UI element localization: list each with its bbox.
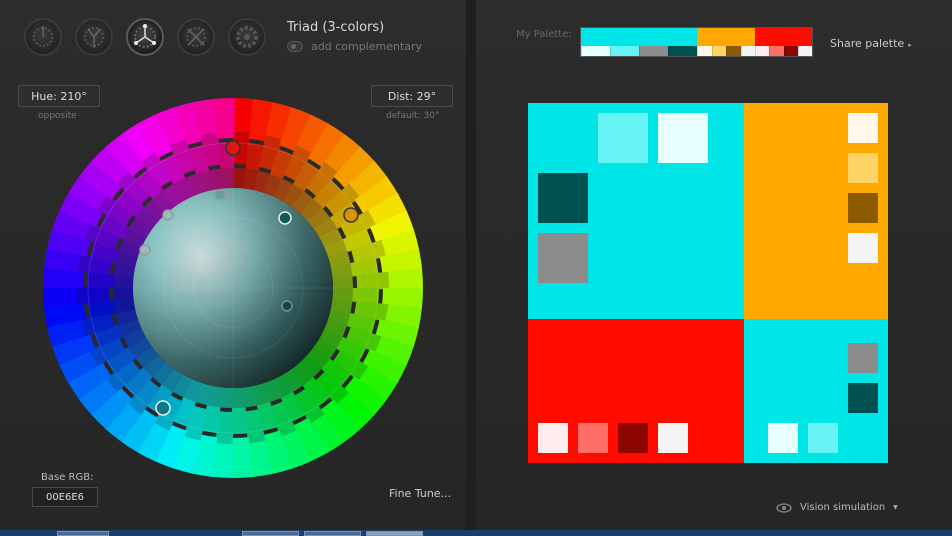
palette-sub-color[interactable] bbox=[581, 46, 610, 56]
swatch-cyan-light bbox=[598, 113, 648, 163]
palette-sub-color[interactable] bbox=[740, 46, 755, 56]
swatch-accent-light bbox=[808, 423, 838, 453]
saturation-marker[interactable] bbox=[139, 244, 151, 256]
hue-segment[interactable] bbox=[332, 275, 353, 290]
taskbar bbox=[0, 530, 952, 536]
palette-sub-color[interactable] bbox=[755, 46, 770, 56]
hue-marker-orange[interactable] bbox=[343, 207, 359, 223]
palette-sub-color[interactable] bbox=[769, 46, 784, 56]
swatch-accent-pale bbox=[768, 423, 798, 453]
fine-tune-button[interactable]: Fine Tune... bbox=[389, 487, 451, 500]
palette-sub-color[interactable] bbox=[711, 46, 726, 56]
tertiary-quadrant bbox=[528, 319, 744, 463]
taskbar-item[interactable] bbox=[57, 531, 109, 536]
swatch-orange-dark bbox=[848, 193, 878, 223]
hue-segment[interactable] bbox=[231, 387, 246, 408]
palette-sub-color[interactable] bbox=[639, 46, 668, 56]
hue-marker-red[interactable] bbox=[225, 140, 241, 156]
swatch-gray bbox=[538, 233, 588, 283]
base-rgb-label: Base RGB: bbox=[41, 472, 94, 483]
share-palette-button[interactable]: Share palette ▸ bbox=[830, 37, 912, 50]
palette-strip[interactable] bbox=[580, 27, 813, 57]
swatch-orange-light bbox=[848, 153, 878, 183]
primary-quadrant bbox=[528, 103, 744, 319]
caret-down-icon: ▼ bbox=[893, 504, 898, 511]
saturation-marker[interactable] bbox=[281, 300, 293, 312]
saturation-marker[interactable] bbox=[162, 209, 174, 221]
panel-divider bbox=[466, 0, 476, 536]
palette-sub-color[interactable] bbox=[797, 46, 812, 56]
swatch-red-light bbox=[578, 423, 608, 453]
vision-simulation-button[interactable]: Vision simulation ▼ bbox=[776, 502, 898, 513]
saturation-marker[interactable] bbox=[278, 211, 292, 225]
taskbar-item[interactable] bbox=[242, 531, 299, 536]
palette-sub-color[interactable] bbox=[697, 46, 712, 56]
vision-simulation-label: Vision simulation bbox=[800, 502, 886, 513]
base-rgb-input[interactable]: 00E6E6 bbox=[32, 487, 98, 507]
taskbar-item-active[interactable] bbox=[366, 531, 423, 536]
swatch-orange-pale bbox=[848, 113, 878, 143]
palette-group[interactable] bbox=[581, 28, 697, 56]
palette-sub-color[interactable] bbox=[726, 46, 741, 56]
share-palette-label: Share palette bbox=[830, 37, 905, 50]
swatch-cyan-pale bbox=[658, 113, 708, 163]
swatch-red-dark bbox=[618, 423, 648, 453]
swatch-red-pale bbox=[538, 423, 568, 453]
secondary-quadrant bbox=[744, 103, 888, 319]
taskbar-item[interactable] bbox=[304, 531, 361, 536]
hue-segment[interactable] bbox=[220, 168, 235, 189]
caret-right-icon: ▸ bbox=[908, 41, 912, 49]
palette-main-color[interactable] bbox=[581, 28, 697, 46]
accent-quadrant bbox=[744, 319, 888, 463]
palette-sub-color[interactable] bbox=[610, 46, 639, 56]
color-wheel[interactable] bbox=[0, 0, 466, 530]
hue-segment[interactable] bbox=[113, 286, 134, 301]
hue-marker-base[interactable] bbox=[155, 400, 171, 416]
swatch-orange-offwhite bbox=[848, 233, 878, 263]
palette-sub-color[interactable] bbox=[668, 46, 697, 56]
palette-sub-color[interactable] bbox=[783, 46, 798, 56]
palette-preview bbox=[528, 103, 888, 463]
eye-icon bbox=[776, 502, 792, 513]
swatch-accent-dark bbox=[848, 383, 878, 413]
swatch-accent-gray bbox=[848, 343, 878, 373]
swatch-red-offwhite bbox=[658, 423, 688, 453]
swatch-cyan-dark bbox=[538, 173, 588, 223]
saturation-marker[interactable] bbox=[214, 189, 226, 201]
palette-main-color[interactable] bbox=[697, 28, 755, 46]
palette-main-color[interactable] bbox=[755, 28, 812, 46]
my-palette-label: My Palette: bbox=[516, 29, 572, 40]
palette-group[interactable] bbox=[755, 28, 812, 56]
palette-group[interactable] bbox=[697, 28, 755, 56]
